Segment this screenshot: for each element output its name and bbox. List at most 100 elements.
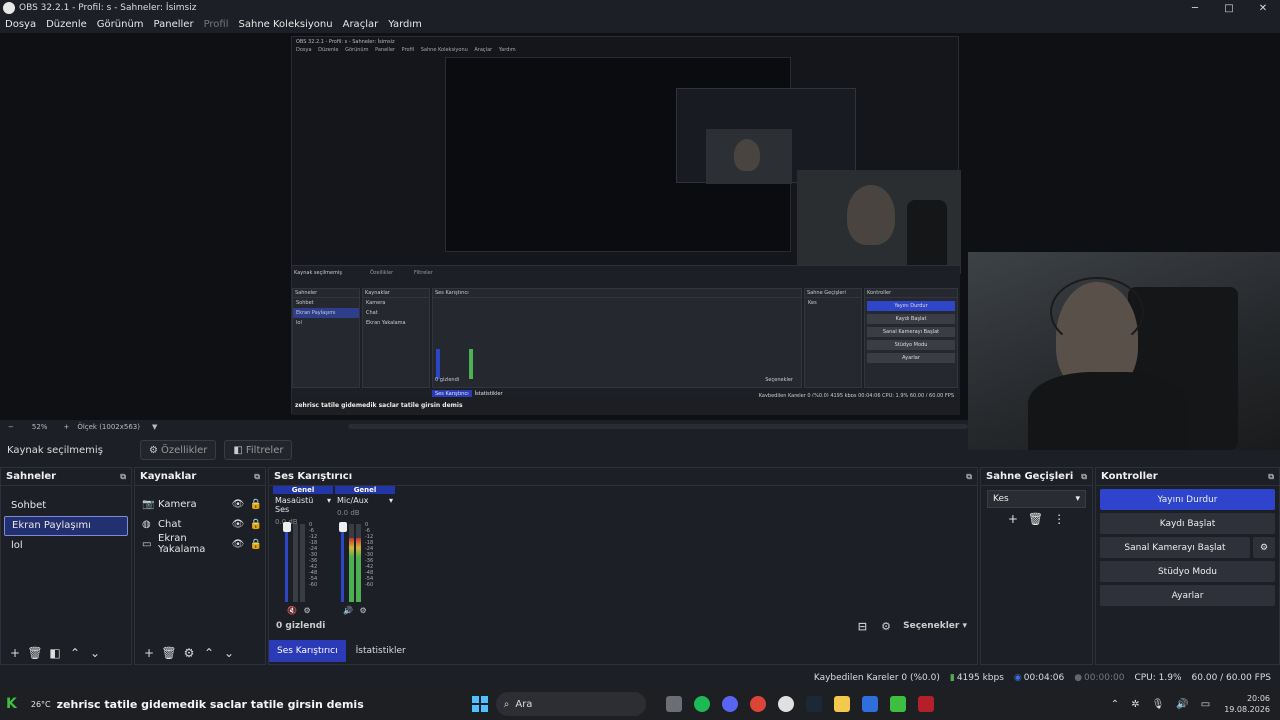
windows-start-icon[interactable] <box>471 696 488 712</box>
menu-profile[interactable]: Profil <box>204 19 229 30</box>
undock-icon[interactable]: ⧉ <box>966 472 972 482</box>
taskbar-search[interactable]: ⌕ Ara <box>495 692 646 716</box>
source-item-kamera[interactable]: 📷 Kamera 👁 🔒 <box>135 494 265 514</box>
clock-date: 19.08.2026 <box>1224 705 1270 714</box>
undock-icon[interactable]: ⧉ <box>120 472 126 482</box>
lock-icon[interactable]: 🔒 <box>247 539 265 550</box>
transition-select[interactable]: Kes ▾ <box>987 490 1086 508</box>
battery-icon[interactable]: ▭ <box>1201 699 1210 710</box>
stop-streaming-button[interactable]: Yayını Durdur <box>1100 489 1275 510</box>
maximize-button[interactable]: □ <box>1212 0 1246 16</box>
menu-scene-collection[interactable]: Sahne Koleksiyonu <box>239 19 333 30</box>
inner-window-title: OBS 32.2.1 - Profil: s - Sahneler: İsims… <box>296 39 395 45</box>
start-virtualcam-button[interactable]: Sanal Kamerayı Başlat <box>1100 537 1250 558</box>
spotify-icon[interactable] <box>693 696 710 712</box>
channel-header: Genel <box>273 486 333 494</box>
scale-dropdown-icon[interactable]: ▼ <box>152 423 157 431</box>
move-down-icon[interactable]: ⌄ <box>85 646 105 660</box>
lock-icon[interactable]: 🔒 <box>247 519 265 530</box>
kick-app-icon[interactable] <box>889 696 906 712</box>
add-icon[interactable]: + <box>139 646 159 660</box>
menu-file[interactable]: Dosya <box>5 19 36 30</box>
move-up-icon[interactable]: ⌃ <box>65 646 85 660</box>
media-app-icon[interactable] <box>917 696 934 712</box>
muted-speaker-icon[interactable]: 🔇 <box>287 606 297 615</box>
virtualcam-gear-icon[interactable]: ⚙ <box>1253 537 1275 558</box>
volume-fader-track[interactable] <box>341 524 344 602</box>
tab-stats[interactable]: İstatistikler <box>348 640 414 662</box>
filters-button[interactable]: ◧ Filtreler <box>224 440 293 460</box>
settings-icon[interactable]: ✲ <box>1131 699 1139 710</box>
folder-icon[interactable] <box>833 696 850 712</box>
settings-button[interactable]: Ayarlar <box>1100 585 1275 606</box>
channel-gear-icon[interactable]: ⚙ <box>304 606 311 615</box>
controls-header: Kontroller ⧉ <box>1096 468 1279 486</box>
scene-item-lol[interactable]: lol <box>4 536 128 556</box>
steam-icon[interactable] <box>805 696 822 712</box>
inner-dock-title: Sahneler <box>293 289 359 298</box>
source-item-ekran-yakalama[interactable]: ▭ Ekran Yakalama 👁 🔒 <box>135 533 265 555</box>
app-icon[interactable] <box>861 696 878 712</box>
volume-icon[interactable]: 🔊 <box>1176 699 1188 710</box>
zoom-in-button[interactable]: + <box>63 423 69 431</box>
add-icon[interactable]: + <box>5 646 25 660</box>
trash-icon[interactable]: 🗑 <box>159 646 179 660</box>
mic-icon[interactable]: 🎙 <box>1152 699 1165 710</box>
weather-widget[interactable]: K 26°C <box>6 696 51 712</box>
undock-icon[interactable]: ⧉ <box>1081 472 1087 482</box>
scene-item-ekran-paylasimi[interactable]: Ekran Paylaşımı <box>4 516 128 536</box>
lock-icon[interactable]: 🔒 <box>247 499 265 510</box>
tab-audio-mixer[interactable]: Ses Karıştırıcı <box>269 640 346 662</box>
task-view-icon[interactable] <box>665 696 682 712</box>
gear-icon[interactable]: ⚙ <box>179 646 199 660</box>
trash-icon[interactable]: 🗑 <box>25 646 45 660</box>
zoom-level: 52% <box>31 422 48 431</box>
layout-icon[interactable]: ⊟ <box>858 620 867 633</box>
eye-icon[interactable]: 👁 <box>229 519 247 530</box>
volume-fader-knob[interactable] <box>339 522 347 532</box>
obs-taskbar-icon[interactable] <box>777 696 794 712</box>
inner-menu-item: Sahne Koleksiyonu <box>420 47 468 53</box>
chevron-down-icon[interactable]: ▾ <box>389 496 393 505</box>
close-button[interactable]: ✕ <box>1246 0 1280 16</box>
minimize-button[interactable]: ─ <box>1178 0 1212 16</box>
chevron-down-icon: ▾ <box>962 621 967 631</box>
windows-taskbar: K 26°C zehrisc tatile gidemedik saclar t… <box>0 688 1280 720</box>
inner-dock-title: Kontroller <box>865 289 957 298</box>
chevron-up-icon[interactable]: ⌃ <box>1111 699 1119 710</box>
chevron-down-icon[interactable]: ▾ <box>327 496 331 514</box>
menu-docks[interactable]: Paneller <box>154 19 194 30</box>
menu-help[interactable]: Yardım <box>388 19 422 30</box>
add-icon[interactable]: + <box>1008 512 1018 526</box>
trash-icon[interactable]: 🗑 <box>1028 512 1043 526</box>
move-down-icon[interactable]: ⌄ <box>219 646 239 660</box>
properties-button[interactable]: ⚙ Özellikler <box>140 440 217 460</box>
advanced-audio-icon[interactable]: ⚙ <box>881 620 891 633</box>
discord-icon[interactable] <box>721 696 738 712</box>
filter-icon[interactable]: ◧ <box>45 646 65 660</box>
channel-gear-icon[interactable]: ⚙ <box>360 606 367 615</box>
undock-icon[interactable]: ⧉ <box>1268 472 1274 482</box>
chrome-icon[interactable] <box>749 696 766 712</box>
more-icon[interactable]: ⋮ <box>1053 512 1065 526</box>
menu-view[interactable]: Görünüm <box>97 19 144 30</box>
source-item-chat[interactable]: ◍ Chat 👁 🔒 <box>135 514 265 534</box>
scenes-footer: + 🗑 ◧ ⌃ ⌄ <box>1 642 131 664</box>
eye-icon[interactable]: 👁 <box>229 499 247 510</box>
mixer-channel-desktop: Genel Masaüstü Ses ▾ 0.0 dB 0 -6 -12 -18 -2… <box>273 486 333 626</box>
options-button[interactable]: Seçenekler ▾ <box>903 621 967 631</box>
move-up-icon[interactable]: ⌃ <box>199 646 219 660</box>
menu-tools[interactable]: Araçlar <box>343 19 379 30</box>
studio-mode-button[interactable]: Stüdyo Modu <box>1100 561 1275 582</box>
start-recording-button[interactable]: Kaydı Başlat <box>1100 513 1275 534</box>
volume-fader-knob[interactable] <box>283 522 291 532</box>
volume-fader-track[interactable] <box>285 524 288 602</box>
preview-scrollbar[interactable] <box>348 424 968 429</box>
speaker-icon[interactable]: 🔊 <box>343 606 353 615</box>
undock-icon[interactable]: ⧉ <box>254 472 260 482</box>
eye-icon[interactable]: 👁 <box>229 539 247 550</box>
scene-item-sohbet[interactable]: Sohbet <box>4 496 128 516</box>
menu-edit[interactable]: Düzenle <box>46 19 87 30</box>
clock[interactable]: 20:06 19.08.2026 <box>1224 693 1270 715</box>
zoom-out-button[interactable]: − <box>8 423 14 431</box>
